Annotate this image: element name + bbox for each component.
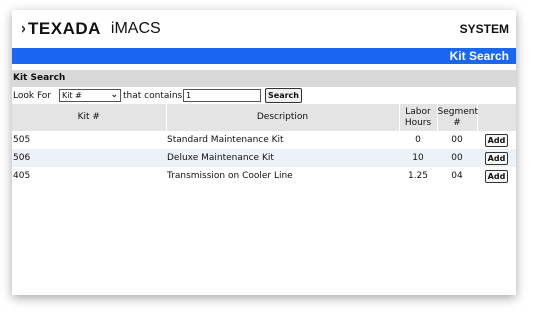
table-row: 505 Standard Maintenance Kit 0 00 Add xyxy=(12,131,516,149)
search-button[interactable]: Search xyxy=(265,88,302,103)
app-window: › TEXADA iMACS SYSTEM Kit Search Kit Sea… xyxy=(12,10,516,295)
look-for-select[interactable]: Kit # ⌄ xyxy=(59,89,121,102)
column-header-action xyxy=(477,104,516,131)
top-bar: › TEXADA iMACS SYSTEM xyxy=(12,10,516,48)
add-button[interactable]: Add xyxy=(484,169,509,183)
logo-text: TEXADA xyxy=(28,19,101,38)
labor-hours: 1.25 xyxy=(407,171,429,181)
column-header-segment[interactable]: Segment # xyxy=(437,104,478,131)
texada-logo[interactable]: › TEXADA iMACS xyxy=(20,19,161,39)
kit-number: 505 xyxy=(13,135,31,145)
system-menu[interactable]: SYSTEM xyxy=(460,22,509,36)
look-for-label: Look For xyxy=(13,90,52,101)
table-row: 405 Transmission on Cooler Line 1.25 04 … xyxy=(12,167,516,185)
section-header: Kit Search xyxy=(12,70,516,87)
section-title: Kit Search xyxy=(13,73,66,83)
look-for-select-value: Kit # xyxy=(62,91,82,100)
segment-number: 00 xyxy=(437,149,477,167)
column-header-kit[interactable]: Kit # xyxy=(12,104,167,131)
column-header-labor-hours[interactable]: Labor Hours xyxy=(399,104,438,131)
search-input[interactable]: 1 xyxy=(183,89,261,102)
add-button[interactable]: Add xyxy=(484,133,509,147)
table-row: 506 Deluxe Maintenance Kit 10 00 Add xyxy=(12,149,516,167)
kit-number: 506 xyxy=(12,149,166,167)
kit-number: 405 xyxy=(13,171,31,181)
chevron-logo-icon: › xyxy=(21,19,26,39)
kit-description: Deluxe Maintenance Kit xyxy=(166,149,399,167)
search-form: Look For Kit # ⌄ that contains 1 Search xyxy=(12,87,516,104)
page-title-bar: Kit Search xyxy=(12,48,516,64)
page-title: Kit Search xyxy=(449,49,509,63)
add-button[interactable]: Add xyxy=(484,151,509,165)
kit-description: Standard Maintenance Kit xyxy=(167,135,284,145)
segment-number: 04 xyxy=(451,171,463,181)
app-name: iMACS xyxy=(110,20,161,37)
table-header-row: Kit # Description Labor Hours Segment # xyxy=(12,104,516,131)
kit-results-table: Kit # Description Labor Hours Segment # … xyxy=(12,104,516,185)
kit-description: Transmission on Cooler Line xyxy=(167,171,293,181)
labor-hours: 0 xyxy=(415,135,421,145)
labor-hours: 10 xyxy=(399,149,437,167)
chevron-down-icon: ⌄ xyxy=(110,90,118,100)
column-header-description[interactable]: Description xyxy=(166,104,400,131)
segment-number: 00 xyxy=(451,135,463,145)
contains-label: that contains xyxy=(123,90,183,101)
